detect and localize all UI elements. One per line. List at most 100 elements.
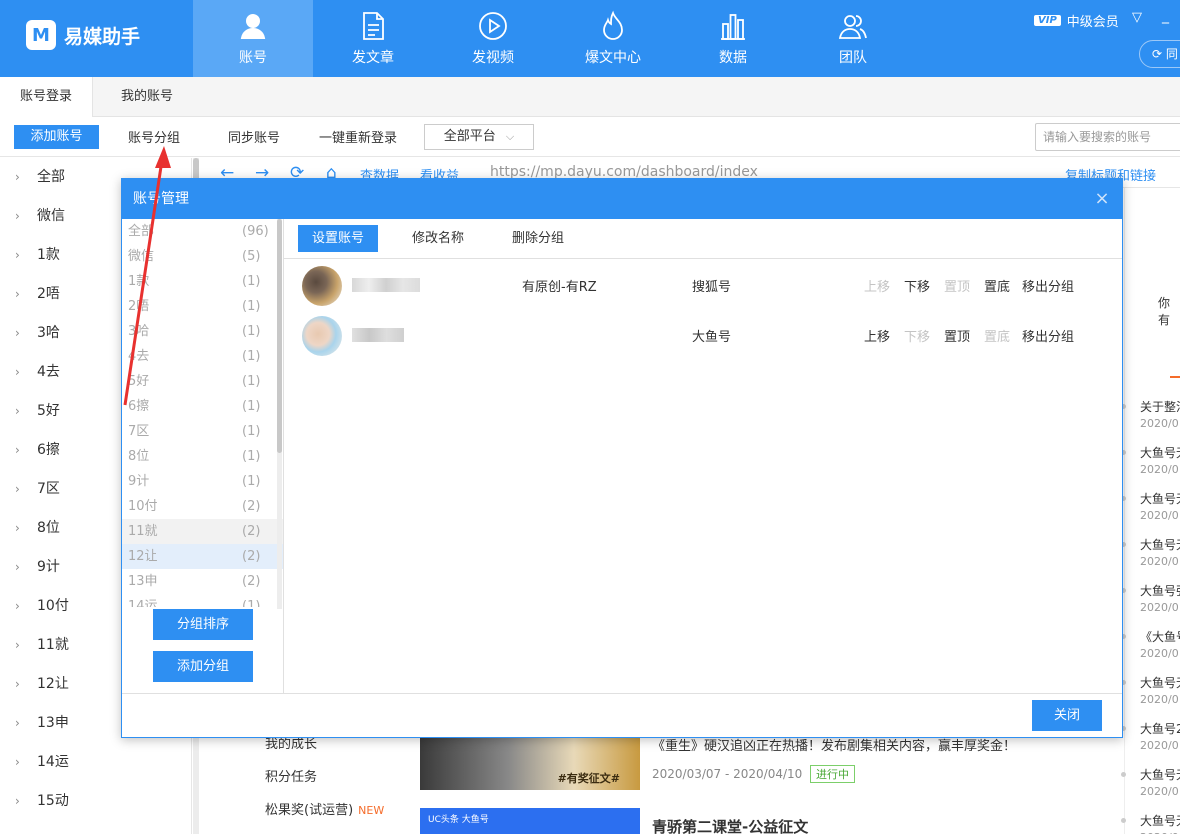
pin-bottom-button[interactable]: 置底: [984, 276, 1010, 295]
pin-top-button[interactable]: 置顶: [944, 326, 970, 345]
nav-hot[interactable]: 爆文中心: [553, 0, 673, 77]
group-list-item[interactable]: 9计 (1): [122, 469, 283, 494]
tab-my-accounts[interactable]: 我的账号: [101, 77, 193, 117]
tab-delete-group[interactable]: 删除分组: [498, 225, 578, 252]
pin-top-button[interactable]: 置顶: [944, 276, 970, 295]
article-thumbnail[interactable]: #有奖征文#: [420, 738, 640, 790]
vip-status[interactable]: VIP 中级会员: [1034, 11, 1119, 30]
group-count: (1): [242, 374, 261, 389]
chevron-right-icon: ›: [15, 365, 20, 379]
account-search-input[interactable]: 请输入要搜索的账号: [1035, 123, 1180, 151]
notice-title[interactable]: 大鱼号无: [1140, 490, 1180, 507]
notice-date: 2020/0: [1140, 509, 1179, 522]
group-count: (1): [242, 349, 261, 364]
group-list-item[interactable]: 14运 (1): [122, 594, 283, 607]
sort-groups-button[interactable]: 分组排序: [153, 609, 253, 640]
group-list-item[interactable]: 3哈 (1): [122, 319, 283, 344]
tab-set-accounts[interactable]: 设置账号: [298, 225, 379, 252]
group-list-item[interactable]: 2唔 (1): [122, 294, 283, 319]
notice-title[interactable]: 大鱼号无: [1140, 766, 1180, 783]
group-list-item[interactable]: 1款 (1): [122, 269, 283, 294]
move-up-button[interactable]: 上移: [864, 326, 890, 345]
close-icon[interactable]: ×: [1092, 179, 1112, 219]
add-group-button[interactable]: 添加分组: [153, 651, 253, 682]
group-list-item[interactable]: 6擦 (1): [122, 394, 283, 419]
sidebar-group-label: 10付: [37, 598, 69, 614]
group-list-item[interactable]: 11就 (2): [122, 519, 283, 544]
sidebar-group-label: 2唔: [37, 286, 60, 302]
add-account-button[interactable]: 添加账号: [14, 125, 99, 149]
group-count: (1): [242, 474, 261, 489]
nav-data[interactable]: 数据: [673, 0, 793, 77]
app-logo[interactable]: M 易媒助手: [26, 20, 140, 50]
tab-account-login[interactable]: 账号登录: [0, 77, 94, 117]
remove-from-group-button[interactable]: 移出分组: [1022, 276, 1074, 295]
account-group-button[interactable]: 账号分组: [128, 127, 180, 146]
group-list-item[interactable]: 13申 (2): [122, 569, 283, 594]
move-down-button[interactable]: 下移: [904, 326, 930, 345]
nav-video[interactable]: 发视频: [433, 0, 553, 77]
menu-pinecone-award[interactable]: 松果奖(试运营) NEW: [265, 799, 384, 818]
notice-date: 2020/0: [1140, 647, 1179, 660]
notice-title[interactable]: 关于整治: [1140, 398, 1180, 415]
close-button[interactable]: 关闭: [1032, 700, 1102, 731]
notice-title[interactable]: 大鱼号无: [1140, 812, 1180, 829]
sidebar-group-item[interactable]: › 15动: [0, 782, 191, 821]
nav-account[interactable]: 账号: [193, 0, 313, 77]
sync-account-button[interactable]: 同步账号: [228, 127, 280, 146]
menu-points-tasks[interactable]: 积分任务: [265, 766, 317, 785]
group-list-item[interactable]: 4去 (1): [122, 344, 283, 369]
nav-article[interactable]: 发文章: [313, 0, 433, 77]
sidebar-group-item[interactable]: › 14运: [0, 743, 191, 782]
group-name: 12让: [128, 549, 158, 564]
nav-data-label: 数据: [719, 50, 747, 66]
notice-title[interactable]: 大鱼号无: [1140, 444, 1180, 461]
new-badge: NEW: [358, 804, 385, 817]
sidebar-group-label: 8位: [37, 520, 60, 536]
move-down-button[interactable]: 下移: [904, 276, 930, 295]
minimize-button[interactable]: _: [1162, 8, 1169, 24]
tab-rename[interactable]: 修改名称: [398, 225, 478, 252]
dropdown-icon[interactable]: ▽: [1132, 10, 1142, 25]
thumbnail-caption: #有奖征文#: [557, 772, 620, 785]
notice-title[interactable]: 大鱼号2: [1140, 720, 1180, 737]
nav-team-label: 团队: [839, 50, 867, 66]
status-badge: 进行中: [810, 765, 855, 783]
notice-title[interactable]: 大鱼号无: [1140, 536, 1180, 553]
notice-title[interactable]: 大鱼号无: [1140, 674, 1180, 691]
vip-badge: VIP: [1034, 15, 1061, 26]
member-level: 中级会员: [1066, 15, 1119, 30]
group-list-item[interactable]: 7区 (1): [122, 419, 283, 444]
menu-pinecone-label: 松果奖(试运营): [265, 803, 354, 818]
account-name-blurred: [352, 278, 420, 292]
group-list-item[interactable]: 5好 (1): [122, 369, 283, 394]
sidebar-group-label: 9计: [37, 559, 60, 575]
account-platform: 大鱼号: [692, 330, 732, 345]
platform-select[interactable]: 全部平台 ⌵: [424, 124, 534, 150]
group-name: 1款: [128, 274, 150, 289]
remove-from-group-button[interactable]: 移出分组: [1022, 326, 1074, 345]
group-list-item[interactable]: 8位 (1): [122, 444, 283, 469]
avatar: [302, 316, 342, 356]
refresh-button[interactable]: ⟳ 同: [1139, 40, 1180, 68]
move-up-button[interactable]: 上移: [864, 276, 890, 295]
nav-team[interactable]: 团队: [793, 0, 913, 77]
group-list-item[interactable]: 10付 (2): [122, 494, 283, 519]
chevron-right-icon: ›: [15, 677, 20, 691]
article-thumbnail[interactable]: UC头条 大鱼号: [420, 808, 640, 834]
refresh-label: 同: [1165, 47, 1178, 61]
group-list-scrollbar-thumb[interactable]: [277, 219, 282, 453]
group-list-item[interactable]: 微信 (5): [122, 244, 283, 269]
group-list-item[interactable]: 12让 (2): [122, 544, 283, 569]
sidebar-group-label: 15动: [37, 793, 69, 809]
group-list-item[interactable]: 全部 (96): [122, 219, 283, 244]
article-title[interactable]: 青骄第二课堂-公益征文: [652, 816, 808, 834]
sidebar-group-label: 7区: [37, 481, 60, 497]
relogin-all-button[interactable]: 一键重新登录: [319, 127, 397, 146]
play-icon: [479, 12, 507, 40]
pin-bottom-button[interactable]: 置底: [984, 326, 1010, 345]
notice-title[interactable]: 《大鱼号: [1140, 628, 1180, 645]
notice-title[interactable]: 大鱼号弘: [1140, 582, 1180, 599]
bar-chart-icon: [721, 14, 745, 40]
main-nav: 账号 发文章 发视频 爆文中心 数据 团队: [193, 0, 913, 77]
